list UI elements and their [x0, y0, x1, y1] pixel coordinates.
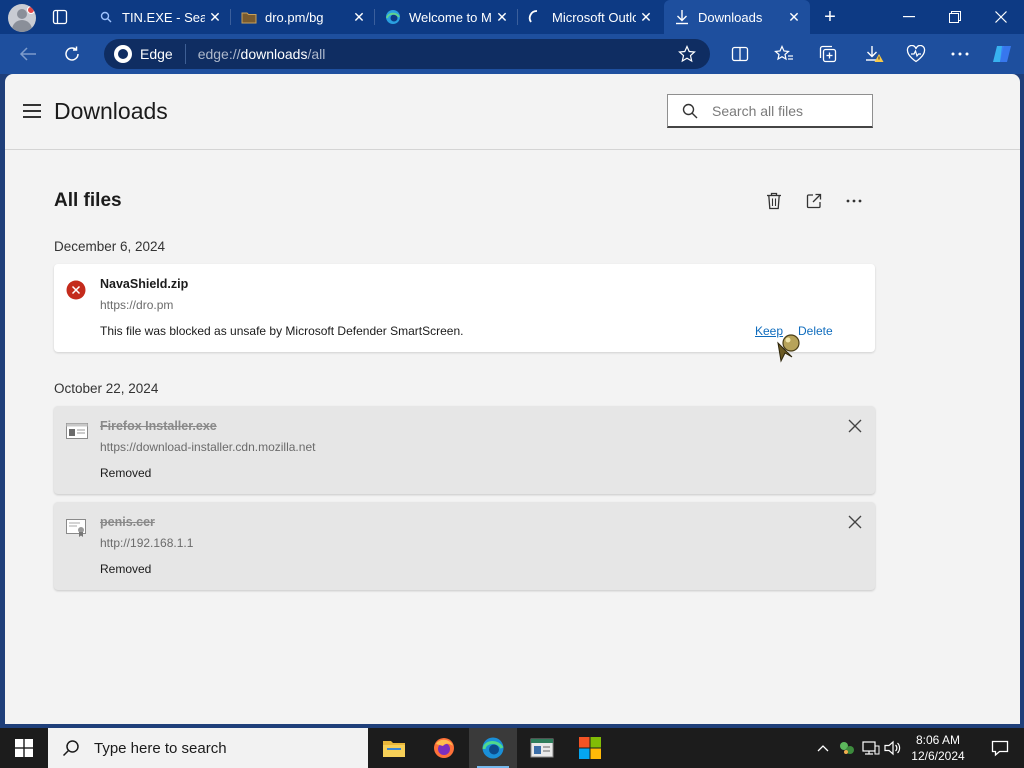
close-icon[interactable]: ✕	[784, 7, 804, 27]
tab-title: TIN.EXE - Search	[122, 9, 205, 25]
url-text[interactable]: edge://downloads/all	[198, 46, 326, 62]
browser-toolbar: Edge edge://downloads/all	[0, 34, 1024, 74]
exe-file-icon	[66, 422, 88, 442]
collections-icon[interactable]	[814, 42, 842, 66]
notifications-icon[interactable]	[980, 728, 1020, 768]
tab-downloads[interactable]: Downloads ✕	[664, 0, 810, 34]
show-hidden-icons-icon[interactable]	[812, 728, 834, 768]
start-button[interactable]	[0, 728, 48, 768]
copilot-icon[interactable]	[988, 42, 1016, 66]
refresh-button[interactable]	[58, 42, 86, 66]
profile-avatar[interactable]	[8, 4, 36, 32]
microsoft-store-icon[interactable]	[566, 728, 614, 768]
file-source[interactable]: http://192.168.1.1	[100, 536, 193, 550]
section-title: All files	[54, 190, 122, 211]
edge-logo-icon	[114, 45, 132, 63]
tab-title: Downloads	[698, 9, 763, 25]
firefox-icon[interactable]	[420, 728, 468, 768]
file-name[interactable]: NavaShield.zip	[100, 277, 188, 291]
site-info-chip[interactable]: Edge	[114, 44, 186, 64]
tab-title: Microsoft Outlook	[552, 9, 636, 25]
file-explorer-icon[interactable]	[370, 728, 418, 768]
file-source[interactable]: https://dro.pm	[100, 298, 173, 312]
close-icon[interactable]: ✕	[492, 7, 512, 27]
downloads-icon[interactable]	[860, 42, 888, 66]
favorite-star-icon[interactable]	[678, 45, 696, 66]
taskbar-search-placeholder: Type here to search	[94, 739, 227, 757]
download-item-removed: penis.cer http://192.168.1.1 Removed	[54, 502, 875, 590]
blocked-icon	[66, 280, 86, 300]
certificate-file-icon	[66, 518, 86, 538]
close-icon[interactable]: ✕	[636, 7, 656, 27]
tab-title: Welcome to Microsoft Edge	[409, 9, 492, 25]
tab-strip: TIN.EXE - Search ✕ dro.pm/bg ✕ Welcome t…	[0, 0, 1024, 34]
more-actions-icon[interactable]	[843, 190, 865, 212]
download-item-blocked: NavaShield.zip https://dro.pm This file …	[54, 264, 875, 352]
favorites-icon[interactable]	[770, 42, 798, 66]
folder-icon	[241, 9, 257, 25]
more-options-icon[interactable]	[946, 42, 974, 66]
edge-icon	[385, 9, 401, 25]
clock-time: 8:06 AM	[915, 733, 961, 747]
tab-dro[interactable]: dro.pm/bg ✕	[231, 0, 375, 34]
edge-chip-label: Edge	[140, 46, 173, 62]
page-header: Downloads	[5, 74, 1020, 150]
date-heading: December 6, 2024	[54, 239, 166, 254]
clock-date: 12/6/2024	[911, 749, 965, 763]
mouse-cursor-icon	[775, 329, 801, 363]
system-clock[interactable]: 8:06 AM 12/6/2024	[900, 732, 976, 764]
file-status: Removed	[100, 466, 152, 480]
taskbar-search[interactable]: Type here to search	[48, 728, 368, 768]
edge-taskbar-icon[interactable]	[469, 728, 517, 768]
tab-search[interactable]: TIN.EXE - Search ✕	[88, 0, 231, 34]
loading-icon	[528, 9, 544, 25]
delete-link[interactable]: Delete	[798, 324, 833, 338]
search-box[interactable]	[667, 94, 873, 128]
new-tab-button[interactable]: +	[818, 5, 842, 29]
security-shield-icon[interactable]	[836, 728, 858, 768]
search-icon	[62, 740, 79, 757]
open-folder-icon[interactable]	[803, 190, 825, 212]
menu-icon[interactable]	[23, 104, 41, 118]
address-bar[interactable]: Edge edge://downloads/all	[104, 39, 710, 69]
tab-outlook[interactable]: Microsoft Outlook ✕	[518, 0, 662, 34]
download-icon	[674, 9, 690, 25]
remove-from-list-icon[interactable]	[847, 418, 863, 434]
search-icon	[682, 103, 698, 118]
tab-title: dro.pm/bg	[265, 9, 324, 25]
file-status: This file was blocked as unsafe by Micro…	[100, 324, 464, 338]
restore-button[interactable]	[932, 0, 978, 34]
date-heading: October 22, 2024	[54, 381, 159, 396]
downloads-page: Downloads All files December 6, 2024 Nav…	[5, 74, 1020, 724]
split-screen-icon[interactable]	[726, 42, 754, 66]
delete-all-icon[interactable]	[763, 190, 785, 212]
close-icon[interactable]: ✕	[205, 7, 225, 27]
download-item-removed: Firefox Installer.exe https://download-i…	[54, 406, 875, 494]
network-icon[interactable]	[860, 728, 882, 768]
browser-essentials-icon[interactable]	[902, 42, 930, 66]
file-status: Removed	[100, 562, 152, 576]
file-source[interactable]: https://download-installer.cdn.mozilla.n…	[100, 440, 315, 454]
app-window-icon[interactable]	[518, 728, 566, 768]
file-name: penis.cer	[100, 515, 155, 529]
close-icon[interactable]: ✕	[349, 7, 369, 27]
search-input[interactable]	[712, 102, 862, 119]
taskbar: Type here to search 8:06 AM 12/6/2024	[0, 728, 1024, 768]
remove-from-list-icon[interactable]	[847, 514, 863, 530]
back-button[interactable]	[14, 42, 42, 66]
tab-actions-icon[interactable]	[44, 6, 76, 28]
search-icon	[98, 9, 114, 25]
close-window-button[interactable]	[978, 0, 1024, 34]
minimize-button[interactable]	[886, 0, 932, 34]
page-title: Downloads	[54, 98, 168, 124]
tab-welcome[interactable]: Welcome to Microsoft Edge ✕	[375, 0, 518, 34]
file-name: Firefox Installer.exe	[100, 419, 217, 433]
